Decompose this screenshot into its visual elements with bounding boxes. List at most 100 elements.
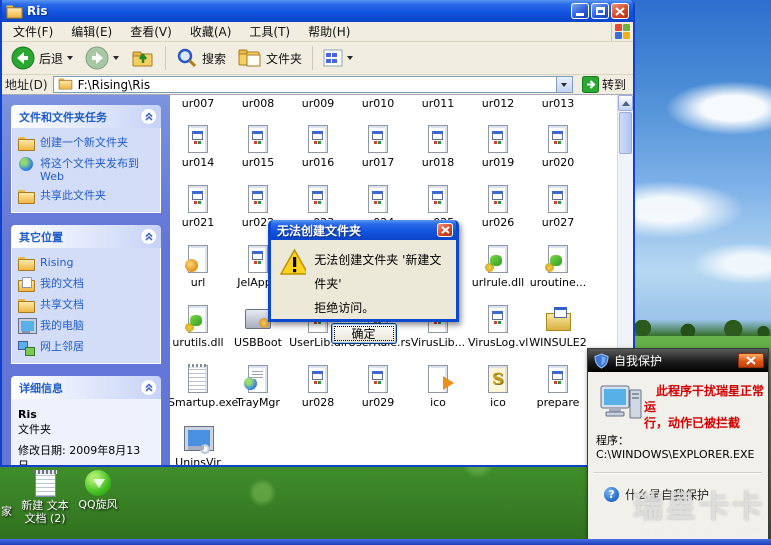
file-item[interactable]: ur020 <box>528 124 588 169</box>
file-item[interactable]: ico <box>408 364 468 409</box>
file-icon <box>423 364 453 394</box>
panel-file-tasks-header[interactable]: 文件和文件夹任务 <box>11 105 161 128</box>
file-item[interactable]: ur010 <box>348 95 408 110</box>
folders-button[interactable]: 文件夹 <box>233 46 307 70</box>
rising-close-button[interactable] <box>738 353 764 368</box>
file-item[interactable]: urlrule.dll <box>468 244 528 289</box>
panel-other-places-body: Rising 我的文档 共享文档 <box>11 248 161 364</box>
address-input[interactable]: F:\Rising\Ris <box>53 76 573 93</box>
chevron-up-icon[interactable] <box>140 228 157 245</box>
file-item[interactable]: ur017 <box>348 124 408 169</box>
menu-item[interactable]: 文件(F) <box>4 23 62 40</box>
file-item[interactable]: ur009 <box>288 95 348 110</box>
back-button[interactable]: 后退 <box>6 44 78 72</box>
file-item[interactable]: ur013 <box>528 95 588 110</box>
views-button[interactable] <box>318 47 358 69</box>
chevron-up-icon[interactable] <box>140 108 157 125</box>
error-dialog-close-button[interactable] <box>437 223 453 237</box>
menu-item[interactable]: 帮助(H) <box>299 23 359 40</box>
menu-item[interactable]: 查看(V) <box>121 23 181 40</box>
place-link[interactable]: 网上邻居 <box>18 340 154 355</box>
file-item[interactable]: url <box>170 244 228 289</box>
error-dialog-titlebar[interactable]: 无法创建文件夹 <box>271 220 456 240</box>
rising-dialog-body: 此程序干扰瑞星正常运 行，动作已被拦截 程序： C:\WINDOWS\EXPLO… <box>588 372 768 545</box>
file-icon <box>483 244 513 274</box>
forward-button[interactable] <box>80 44 124 72</box>
go-button[interactable]: 转到 <box>578 76 630 93</box>
place-link[interactable]: 我的文档 <box>18 277 154 292</box>
file-label: ur017 <box>348 156 408 169</box>
file-item[interactable]: ur026 <box>468 184 528 229</box>
file-item[interactable]: WINSULE2 <box>528 304 588 349</box>
file-item[interactable]: ur007 <box>170 95 228 110</box>
file-item[interactable]: ur018 <box>408 124 468 169</box>
menu-item[interactable]: 收藏(A) <box>181 23 241 40</box>
place-link[interactable]: 共享文档 <box>18 298 154 313</box>
file-icon <box>483 304 513 334</box>
back-label: 后退 <box>39 50 63 67</box>
panel-other-places-header[interactable]: 其它位置 <box>11 225 161 248</box>
file-item[interactable]: ur021 <box>170 184 228 229</box>
desktop-icon-qq-xuanfeng[interactable]: QQ旋风 <box>72 470 124 511</box>
file-icon <box>183 364 213 394</box>
file-item[interactable]: TrayMgr <box>228 364 288 409</box>
file-item[interactable]: ur008 <box>228 95 288 110</box>
file-icon <box>543 244 573 274</box>
search-button[interactable]: 搜索 <box>171 45 231 71</box>
error-dialog-body: 无法创建文件夹 '新建文件夹' 拒绝访问。 <box>271 240 456 322</box>
address-dropdown-button[interactable] <box>556 77 572 92</box>
file-icon <box>243 184 273 214</box>
file-item[interactable]: ur014 <box>170 124 228 169</box>
file-icon <box>363 364 393 394</box>
file-item[interactable]: VirusLog.vl <box>468 304 528 349</box>
file-item[interactable]: ur015 <box>228 124 288 169</box>
task-link[interactable]: 创建一个新文件夹 <box>18 136 154 151</box>
place-label: Rising <box>40 256 73 269</box>
chevron-up-icon[interactable] <box>140 379 157 396</box>
file-icon <box>543 184 573 214</box>
maximize-button[interactable] <box>591 3 609 19</box>
file-icon <box>183 304 213 334</box>
file-item[interactable]: ur012 <box>468 95 528 110</box>
up-button[interactable] <box>126 45 160 71</box>
file-item[interactable]: ur027 <box>528 184 588 229</box>
chevron-down-icon <box>561 83 567 87</box>
place-link[interactable]: 我的电脑 <box>18 319 154 334</box>
close-button[interactable] <box>611 3 629 19</box>
minimize-button[interactable] <box>571 3 589 19</box>
desktop-icon-new-text-document[interactable]: 新建 文本文档 (2) <box>16 471 74 525</box>
file-item[interactable]: ur016 <box>288 124 348 169</box>
task-link[interactable]: 将这个文件夹发布到 Web <box>18 157 154 183</box>
file-label: ur021 <box>170 216 228 229</box>
file-icon <box>483 124 513 154</box>
file-item[interactable]: ico <box>468 364 528 409</box>
title-bar[interactable]: Ris <box>2 0 633 22</box>
file-icon <box>423 184 453 214</box>
forward-dropdown-icon <box>113 56 119 60</box>
file-item[interactable]: Smartup.exe <box>170 364 228 409</box>
file-label: ico <box>468 396 528 409</box>
menu-item[interactable]: 编辑(E) <box>62 23 121 40</box>
task-link[interactable]: 共享此文件夹 <box>18 189 154 204</box>
file-item[interactable]: ur019 <box>468 124 528 169</box>
file-icon <box>183 424 213 454</box>
rising-dialog-titlebar[interactable]: 自我保护 <box>588 349 768 372</box>
rising-help-link[interactable]: ? 什么是自我保护 <box>604 486 709 503</box>
panel-details-header[interactable]: 详细信息 <box>11 376 161 399</box>
desktop-icon-label: QQ旋风 <box>78 498 117 511</box>
window-controls <box>569 3 629 19</box>
file-item[interactable]: prepare <box>528 364 588 409</box>
toolbar-separator <box>312 46 313 70</box>
desktop-icon-label-fragment[interactable]: 家 <box>1 503 12 519</box>
file-item[interactable]: UninsVir <box>170 424 228 465</box>
ok-button[interactable]: 确定 <box>331 323 397 344</box>
place-link[interactable]: Rising <box>18 256 154 271</box>
file-item[interactable]: ur029 <box>348 364 408 409</box>
file-item[interactable]: uroutine... <box>528 244 588 289</box>
file-item[interactable]: urutils.dll <box>170 304 228 349</box>
scroll-up-button[interactable] <box>618 95 633 111</box>
menu-item[interactable]: 工具(T) <box>240 23 299 40</box>
file-item[interactable]: ur011 <box>408 95 468 110</box>
scrollbar-thumb[interactable] <box>619 112 632 154</box>
file-item[interactable]: ur028 <box>288 364 348 409</box>
